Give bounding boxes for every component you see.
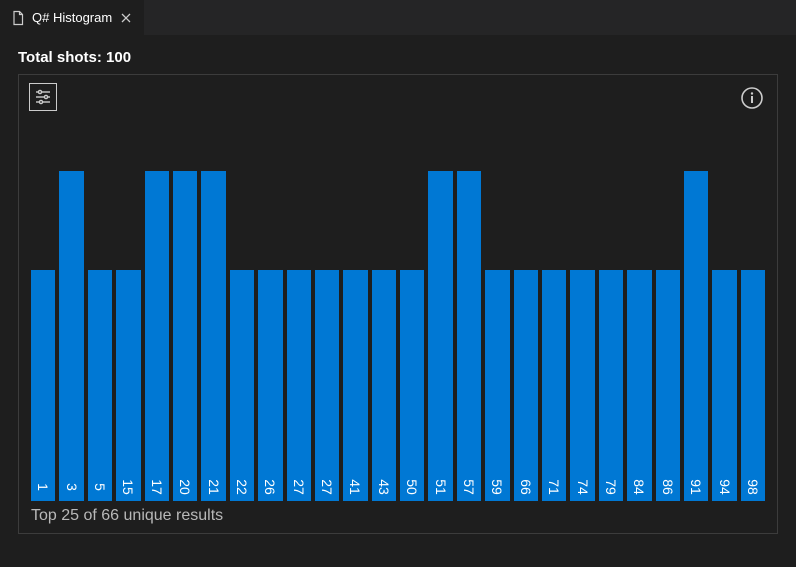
bar-label: 5 <box>92 483 108 491</box>
bar[interactable]: 59 <box>485 270 509 501</box>
bar-fill <box>741 270 765 501</box>
histogram-panel: 1 3 5 15 17 20 21 22 26 27 27 41 43 50 51 57 59 66 71 74 79 8… <box>18 74 778 534</box>
total-shots-label: Total shots: 100 <box>18 49 778 66</box>
bar-fill <box>656 270 680 501</box>
bar-fill <box>116 270 140 501</box>
bar-fill <box>201 171 225 501</box>
bar-label: 79 <box>603 479 619 495</box>
bar[interactable]: 91 <box>684 171 708 501</box>
bar-label: 86 <box>660 479 676 495</box>
panel-toolbar <box>29 83 767 117</box>
bar-fill <box>31 270 55 501</box>
bar-label: 59 <box>489 479 505 495</box>
bar-fill <box>514 270 538 501</box>
bar[interactable]: 71 <box>542 270 566 501</box>
bar-label: 27 <box>319 479 335 495</box>
bar-fill <box>287 270 311 501</box>
tab-qsharp-histogram[interactable]: Q# Histogram <box>0 0 145 35</box>
bar-label: 15 <box>120 479 136 495</box>
bar-label: 84 <box>631 479 647 495</box>
chart-caption: Top 25 of 66 unique results <box>29 501 767 527</box>
bar-fill <box>485 270 509 501</box>
bar-fill <box>400 270 424 501</box>
bar[interactable]: 66 <box>514 270 538 501</box>
bar-fill <box>343 270 367 501</box>
bar-fill <box>315 270 339 501</box>
bar-label: 21 <box>206 479 222 495</box>
bar[interactable]: 1 <box>31 270 55 501</box>
bar-label: 98 <box>745 479 761 495</box>
bar-label: 27 <box>291 479 307 495</box>
bar-label: 1 <box>35 483 51 491</box>
bar[interactable]: 51 <box>428 171 452 501</box>
bar[interactable]: 3 <box>59 171 83 501</box>
bar-fill <box>599 270 623 501</box>
tab-title: Q# Histogram <box>32 10 112 25</box>
bar-fill <box>145 171 169 501</box>
bar-label: 17 <box>149 479 165 495</box>
tab-bar: Q# Histogram <box>0 0 796 35</box>
bar-label: 20 <box>177 479 193 495</box>
bar-fill <box>173 171 197 501</box>
settings-button[interactable] <box>29 83 57 111</box>
bar-fill <box>712 270 736 501</box>
bar[interactable]: 41 <box>343 270 367 501</box>
bar-label: 22 <box>234 479 250 495</box>
bar[interactable]: 84 <box>627 270 651 501</box>
bar-fill <box>230 270 254 501</box>
bar[interactable]: 94 <box>712 270 736 501</box>
bar[interactable]: 86 <box>656 270 680 501</box>
bar[interactable]: 98 <box>741 270 765 501</box>
sliders-icon <box>34 88 52 106</box>
histogram-chart: 1 3 5 15 17 20 21 22 26 27 27 41 43 50 51 57 59 66 71 74 79 8… <box>29 117 767 501</box>
bar-fill <box>372 270 396 501</box>
bar-fill <box>542 270 566 501</box>
bar[interactable]: 50 <box>400 270 424 501</box>
bar-label: 3 <box>64 483 80 491</box>
bar[interactable]: 20 <box>173 171 197 501</box>
bar[interactable]: 21 <box>201 171 225 501</box>
bar-label: 41 <box>347 479 363 495</box>
bar[interactable]: 27 <box>315 270 339 501</box>
bar[interactable]: 26 <box>258 270 282 501</box>
bar-fill <box>684 171 708 501</box>
bar-fill <box>88 270 112 501</box>
bar[interactable]: 27 <box>287 270 311 501</box>
bar-fill <box>428 171 452 501</box>
bar[interactable]: 22 <box>230 270 254 501</box>
bar[interactable]: 5 <box>88 270 112 501</box>
bar[interactable]: 17 <box>145 171 169 501</box>
close-icon[interactable] <box>118 10 134 26</box>
bar-fill <box>627 270 651 501</box>
bar-label: 51 <box>433 479 449 495</box>
bar-label: 50 <box>404 479 420 495</box>
file-icon <box>10 10 26 26</box>
bar-label: 91 <box>688 479 704 495</box>
info-icon <box>740 86 764 110</box>
content: Total shots: 100 <box>0 35 796 534</box>
bar-label: 74 <box>575 479 591 495</box>
bar[interactable]: 74 <box>570 270 594 501</box>
bar[interactable]: 57 <box>457 171 481 501</box>
bar-fill <box>570 270 594 501</box>
bar-label: 43 <box>376 479 392 495</box>
bar-fill <box>59 171 83 501</box>
bar-label: 94 <box>717 479 733 495</box>
bar[interactable]: 43 <box>372 270 396 501</box>
bar-fill <box>457 171 481 501</box>
bar-label: 57 <box>461 479 477 495</box>
bar-label: 71 <box>546 479 562 495</box>
info-button[interactable] <box>739 85 765 111</box>
bar[interactable]: 15 <box>116 270 140 501</box>
bar[interactable]: 79 <box>599 270 623 501</box>
bar-label: 66 <box>518 479 534 495</box>
bar-label: 26 <box>262 479 278 495</box>
bar-fill <box>258 270 282 501</box>
